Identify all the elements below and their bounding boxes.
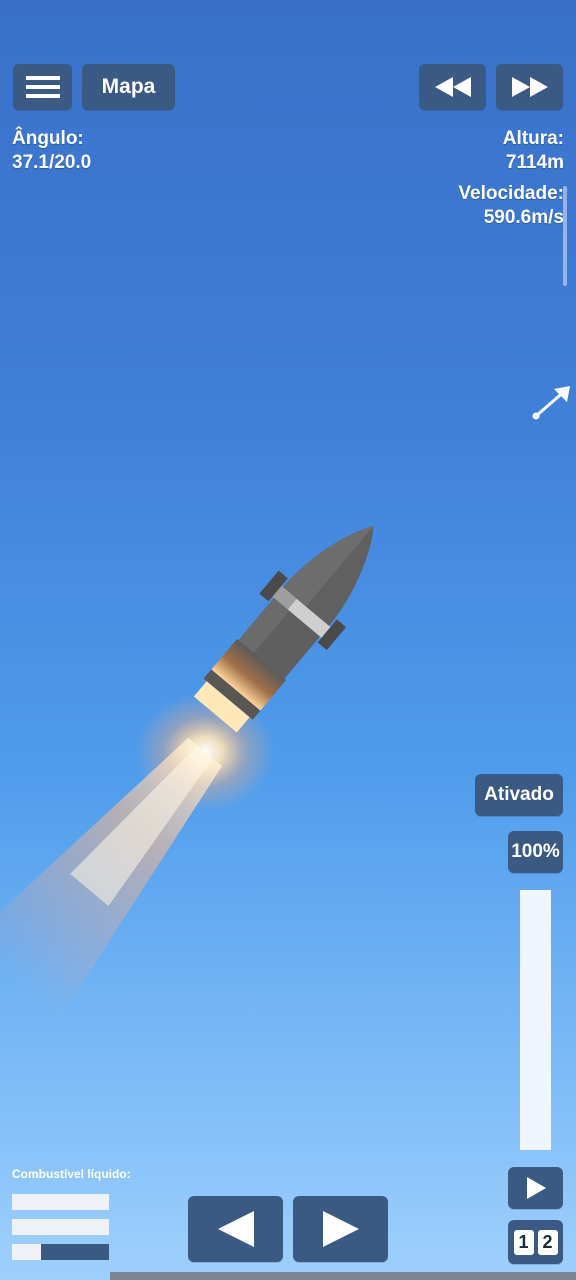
stage-selector[interactable]: 1 2 [508,1220,563,1264]
fuel-tank-bar [12,1244,109,1260]
stage-number-2: 2 [537,1229,558,1255]
left-triangle-icon [217,1211,254,1247]
rotate-left-button[interactable] [188,1196,283,1262]
fuel-label: Combustível líquido: [12,1167,131,1181]
direction-arrow-icon [532,386,570,420]
exhaust-plume [0,692,275,1021]
map-button-label: Mapa [101,75,156,98]
engine-toggle-button[interactable]: Ativado [475,774,563,816]
throttle-value-badge: 100% [508,831,563,873]
altitude-value: 7114m [505,152,564,173]
bottom-scrollbar [110,1272,576,1280]
velocity-value: 590.6m/s [483,207,564,228]
fuel-tank-bar [12,1219,109,1235]
fuel-tank-empty [41,1244,109,1260]
engine-toggle-label: Ativado [484,784,554,805]
stage-button[interactable] [508,1167,563,1209]
fuel-tank-bar [12,1194,109,1210]
velocity-label: Velocidade: [458,183,564,204]
angle-label: Ângulo: [12,128,84,149]
play-icon [526,1177,546,1199]
rewind-icon [434,77,471,97]
fast-forward-button[interactable] [496,64,563,110]
throttle-value-label: 100% [511,841,560,862]
rocket [193,526,374,733]
throttle-slider-fill [520,890,551,1150]
altitude-label: Altura: [502,128,564,149]
angle-value: 37.1/20.0 [12,152,92,173]
fast-forward-icon [511,77,548,97]
menu-button[interactable] [13,64,72,110]
right-triangle-icon [322,1211,359,1247]
stage-number-1: 1 [513,1229,534,1255]
rotate-right-button[interactable] [293,1196,388,1262]
rewind-button[interactable] [419,64,486,110]
map-button[interactable]: Mapa [82,64,175,110]
side-scroll-indicator [563,186,567,286]
throttle-slider[interactable] [520,890,551,1150]
hamburger-menu-icon [25,76,60,98]
